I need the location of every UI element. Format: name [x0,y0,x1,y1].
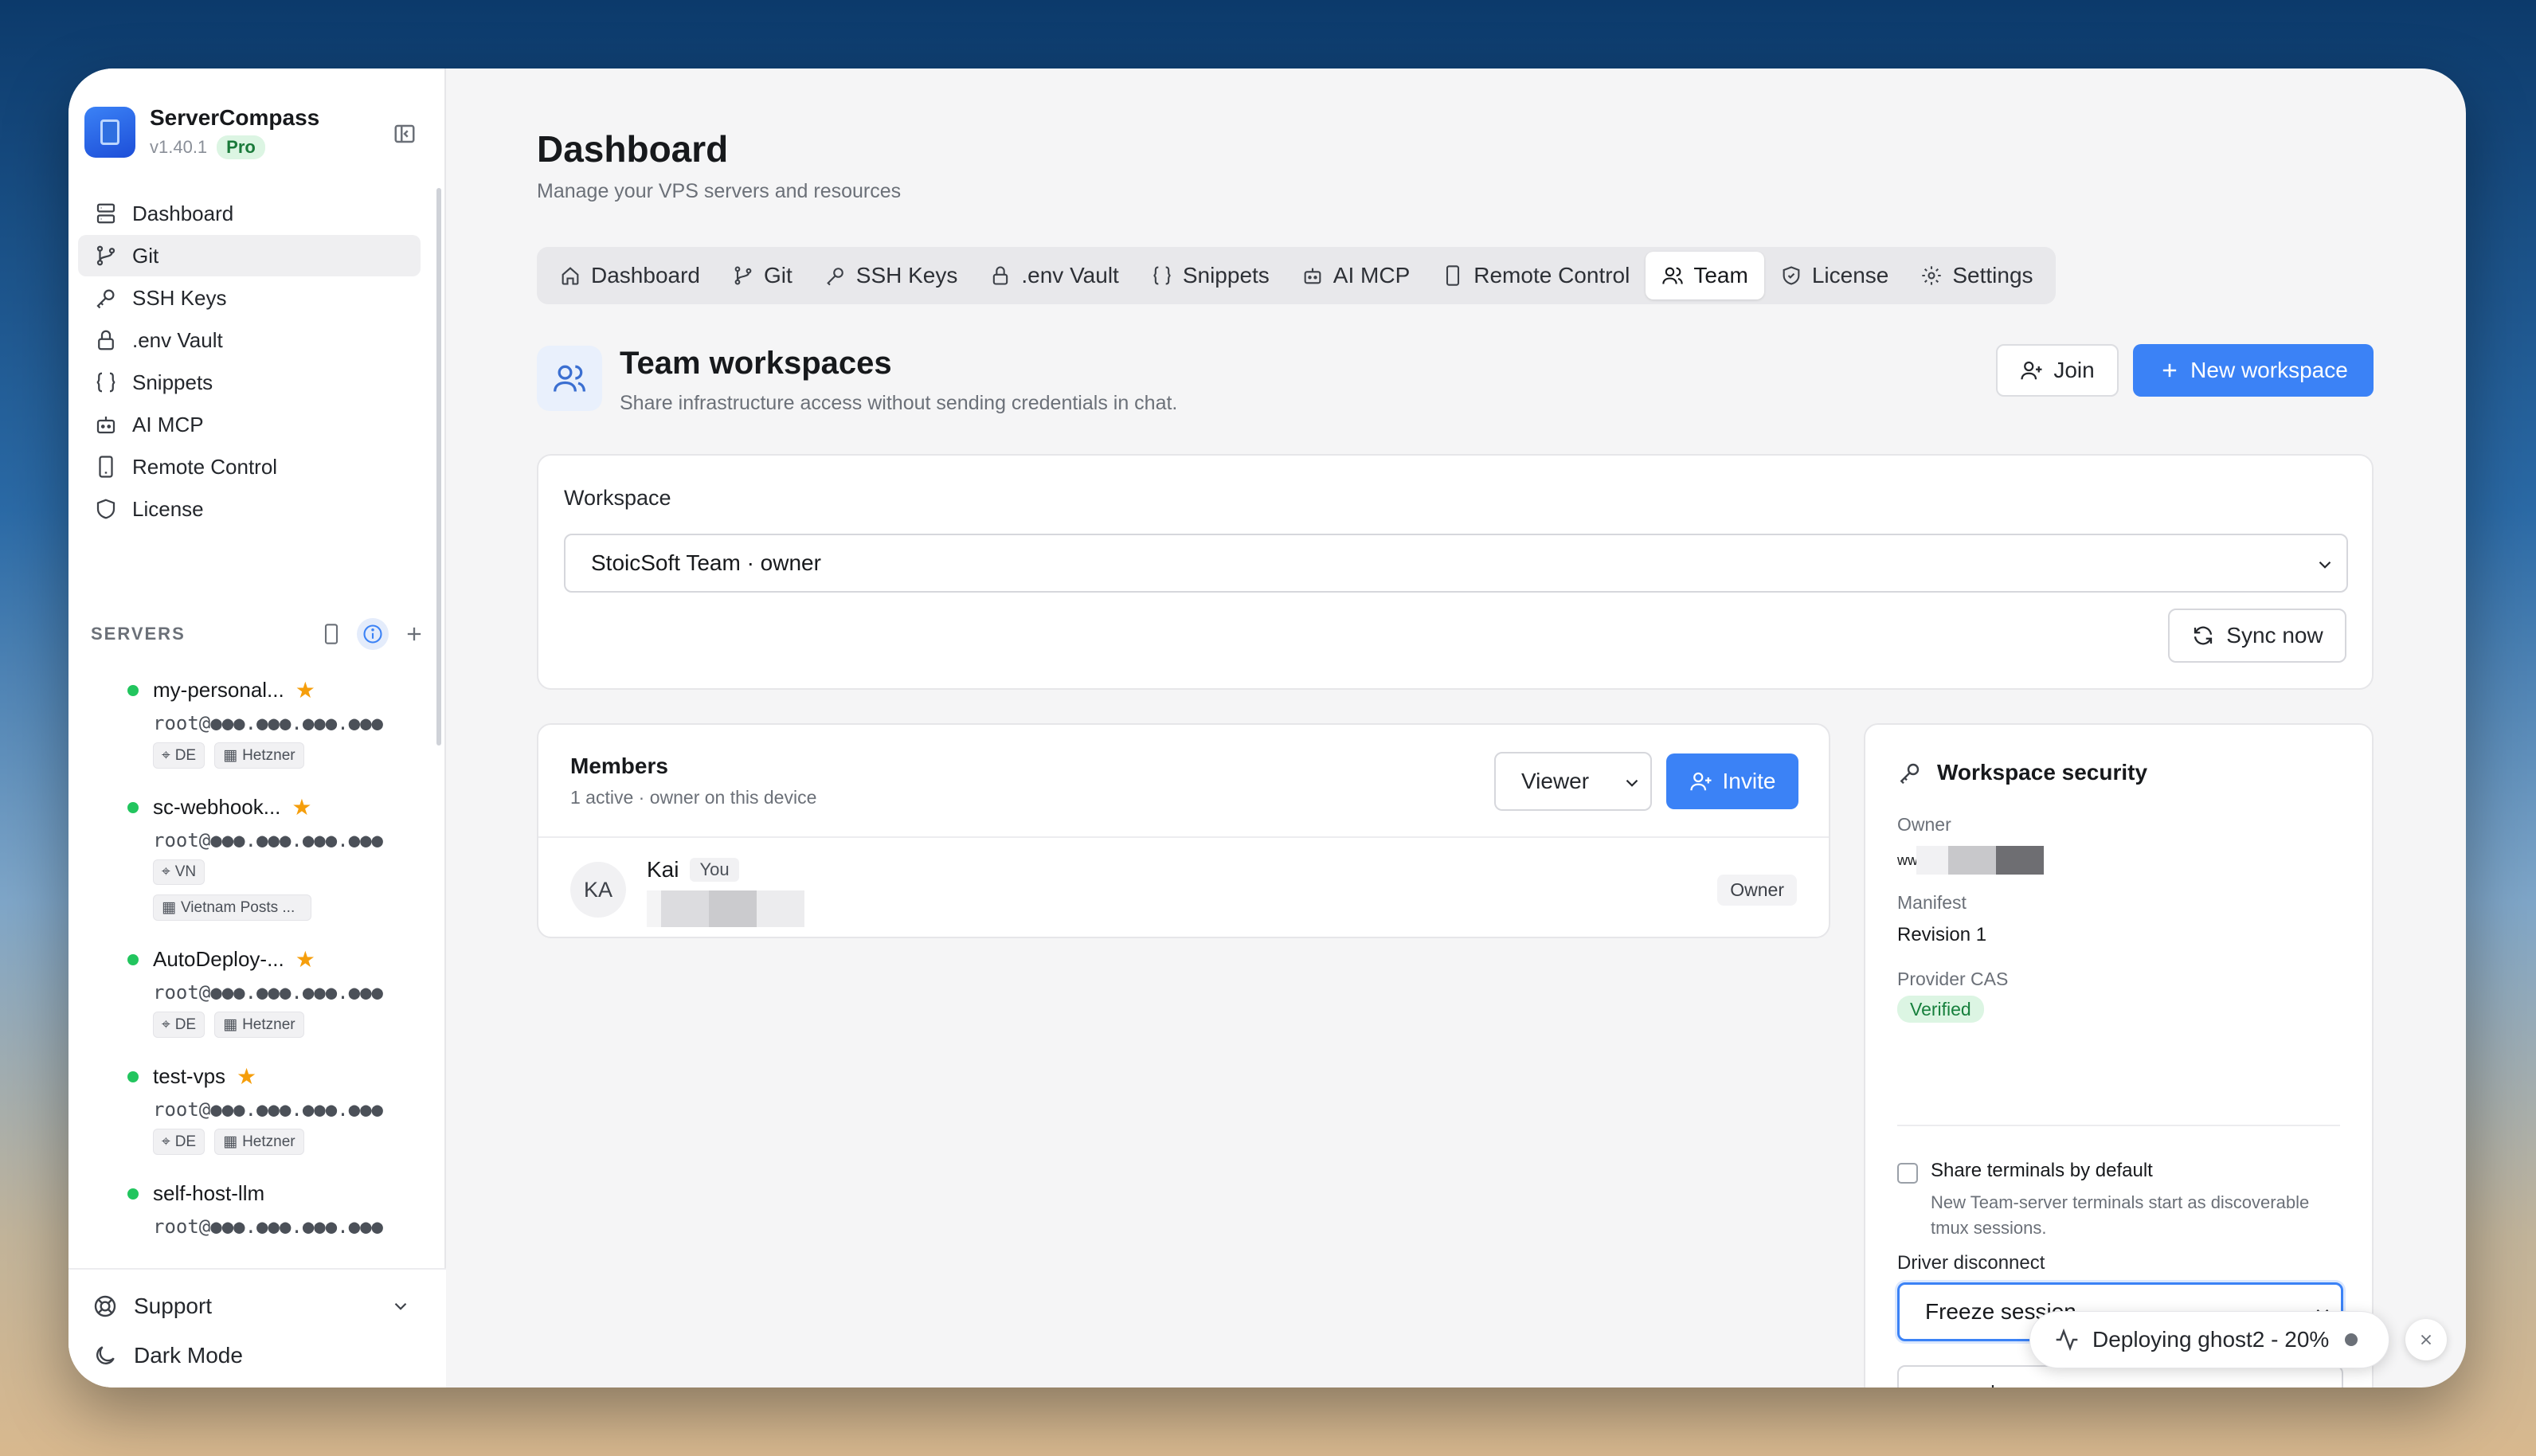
join-button[interactable]: Join [1996,344,2119,397]
refresh-icon [2194,626,2213,645]
verified-badge: Verified [1897,996,1984,1023]
chevron-down-icon [1626,779,1638,787]
member-name-row: Kai You [647,857,739,883]
invite-role-select[interactable]: Viewer [1494,752,1652,811]
share-terminals-label: Share terminals by default [1931,1160,2153,1181]
user-plus-icon [2021,361,2042,380]
member-name: Kai [647,857,679,882]
member-email-redacted [647,890,816,927]
tab-license[interactable]: License [1764,252,1905,299]
tab-dashboard[interactable]: Dashboard [543,252,716,299]
toast-text: Deploying ghost2 - 20% [2092,1327,2330,1352]
chevron-down-icon [2319,561,2331,569]
app-window: ServerCompass v1.40.1 Pro Dashboard Git … [68,68,2466,1388]
braces-icon [1153,266,1171,285]
provider-cas-label: Provider CAS [1897,969,2009,989]
tab-env-vault[interactable]: .env Vault [973,252,1134,299]
sync-now-button[interactable]: Sync now [2168,609,2346,663]
security-title: Workspace security [1937,760,2148,785]
tab-settings[interactable]: Settings [1904,252,2049,299]
manifest-label: Manifest [1897,892,1967,913]
gear-icon [1922,266,1942,285]
tab-snippets[interactable]: Snippets [1135,252,1286,299]
bot-icon [1304,268,1321,284]
divider [538,836,1829,838]
members-subtitle: 1 active · owner on this device [570,787,817,808]
tab-bar: Dashboard Git SSH Keys .env Vault Snippe… [537,247,2056,304]
members-card: Members 1 active · owner on this device … [537,723,1830,938]
download-button[interactable] [1897,1365,2343,1388]
workspace-select[interactable]: StoicSoft Team · owner [564,534,2348,593]
page-subtitle: Manage your VPS servers and resources [537,180,902,202]
security-title-row: Workspace security [1897,760,2147,785]
section-subtitle: Share infrastructure access without send… [620,392,1178,414]
owner-label: Owner [1897,814,1951,835]
deploy-toast[interactable]: Deploying ghost2 - 20% [2029,1311,2389,1368]
users-icon [537,346,602,411]
phone-icon [1446,265,1460,286]
tab-ssh-keys[interactable]: SSH Keys [808,252,974,299]
new-workspace-button[interactable]: New workspace [2133,344,2374,397]
section-title: Team workspaces [620,346,892,381]
owner-value-redacted: ww [1897,846,2044,875]
workspace-security-card: Workspace security Owner ww Manifest Rev… [1864,723,2374,1388]
workspace-card: Workspace StoicSoft Team · owner Sync no… [537,454,2374,690]
tab-team[interactable]: Team [1646,252,1764,299]
page-title: Dashboard [537,128,729,170]
tab-remote-control[interactable]: Remote Control [1426,252,1646,299]
user-plus-icon [1689,772,1712,791]
download-icon [1991,1385,1994,1388]
users-icon [1662,267,1684,284]
plus-icon [2163,363,2177,378]
you-badge: You [690,858,739,882]
tab-ai-mcp[interactable]: AI MCP [1286,252,1426,299]
git-branch-icon [734,266,752,285]
manifest-value: Revision 1 [1897,924,1987,945]
workspace-label: Workspace [564,486,671,510]
main-content: Dashboard Manage your VPS servers and re… [68,68,2466,1388]
invite-button[interactable]: Invite [1666,753,1798,809]
close-icon[interactable] [2405,1319,2447,1360]
key-icon [1900,763,1920,785]
share-terminals-checkbox[interactable] [1897,1163,1918,1184]
divider [1897,1125,2340,1126]
status-dot [2345,1333,2358,1346]
avatar: KA [570,862,626,918]
activity-icon [2056,1328,2078,1352]
tab-git[interactable]: Git [716,252,808,299]
shield-check-icon [1783,266,1800,285]
member-role-badge: Owner [1717,875,1797,906]
members-title: Members [570,753,668,778]
driver-disconnect-label: Driver disconnect [1897,1252,2045,1274]
key-icon [826,268,843,286]
share-terminals-help: New Team-server terminals start as disco… [1931,1192,2310,1238]
home-icon [562,267,579,285]
lock-icon [993,266,1008,285]
